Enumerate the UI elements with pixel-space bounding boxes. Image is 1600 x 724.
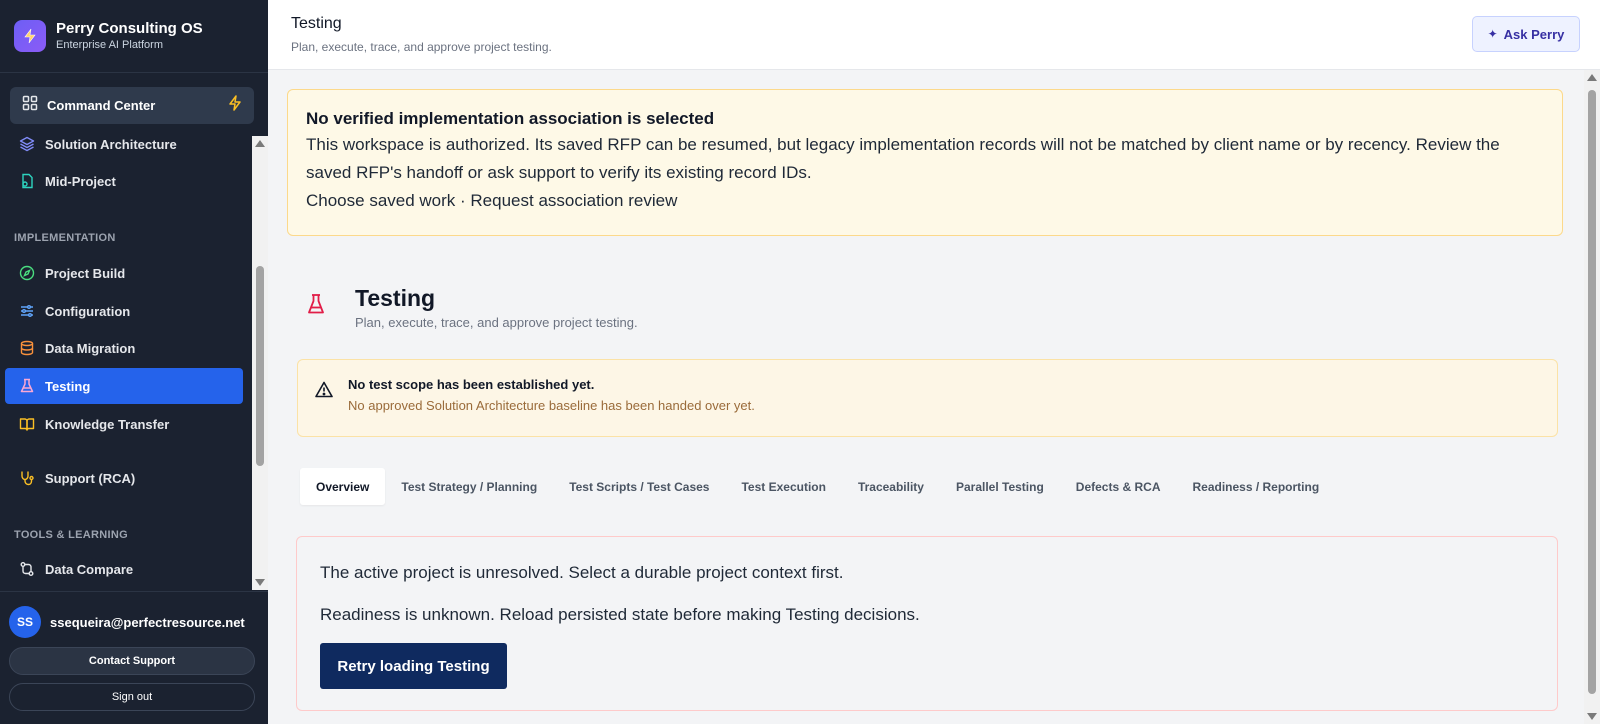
main-scrollbar-thumb[interactable]: [1588, 90, 1596, 694]
command-center-button[interactable]: Command Center: [10, 87, 254, 124]
sidebar-item-label: Knowledge Transfer: [45, 416, 170, 432]
sidebar-item-label: Data Migration: [45, 340, 136, 356]
contact-support-button[interactable]: Contact Support: [9, 647, 255, 675]
database-icon: [18, 339, 36, 357]
lightning-icon: [228, 95, 242, 116]
testing-tabs: Overview Test Strategy / Planning Test S…: [300, 468, 1335, 505]
page-title: Testing: [355, 285, 436, 311]
notice-subtitle: No approved Solution Architecture baseli…: [348, 398, 755, 413]
tab-defects-rca[interactable]: Defects & RCA: [1060, 468, 1177, 505]
error-message: The active project is unresolved. Select…: [320, 563, 844, 582]
page-subtitle: Plan, execute, trace, and approve projec…: [355, 315, 638, 330]
scroll-down-arrow-icon[interactable]: [255, 579, 265, 586]
document-loop-icon: [18, 172, 36, 190]
sidebar-item-label: Configuration: [45, 303, 131, 319]
sidebar-item-label: Project Build: [45, 265, 126, 281]
retry-loading-button[interactable]: Retry loading Testing: [320, 643, 507, 689]
sidebar: Perry Consulting OS Enterprise AI Platfo…: [0, 0, 268, 724]
sidebar-item-data-migration[interactable]: Data Migration: [5, 330, 243, 366]
scroll-up-arrow-icon[interactable]: [1587, 74, 1597, 81]
stethoscope-icon: [18, 469, 36, 487]
unresolved-project-panel: The active project is unresolved. Select…: [296, 536, 1558, 711]
scroll-down-arrow-icon[interactable]: [1587, 713, 1597, 720]
tab-traceability[interactable]: Traceability: [842, 468, 940, 505]
tab-test-execution[interactable]: Test Execution: [725, 468, 841, 505]
command-center-label: Command Center: [47, 98, 156, 113]
sliders-icon: [18, 302, 36, 320]
app-subtitle: Enterprise AI Platform: [56, 39, 163, 51]
section-tools-learning: TOOLS & LEARNING: [14, 529, 128, 541]
section-implementation: IMPLEMENTATION: [14, 232, 116, 244]
sidebar-item-label: Data Compare: [45, 561, 134, 577]
sidebar-item-configuration[interactable]: Configuration: [5, 293, 243, 329]
flask-icon: [18, 377, 36, 395]
ask-perry-label: Ask Perry: [1503, 26, 1565, 42]
user-email: ssequeira@perfectresource.net: [50, 614, 245, 630]
sidebar-item-label: Support (RCA): [45, 470, 136, 486]
sidebar-item-project-build[interactable]: Project Build: [5, 255, 243, 291]
sidebar-item-support-rca[interactable]: Support (RCA): [5, 460, 243, 496]
book-icon: [18, 415, 36, 433]
tab-overview[interactable]: Overview: [300, 468, 386, 505]
scroll-up-arrow-icon[interactable]: [255, 140, 265, 147]
sidebar-scrollbar-thumb[interactable]: [256, 266, 264, 466]
banner-body: This workspace is authorized. Its saved …: [306, 135, 1500, 182]
test-scope-notice: No test scope has been established yet. …: [297, 359, 1558, 437]
flask-icon: [306, 293, 326, 320]
tab-test-scripts-test-cases[interactable]: Test Scripts / Test Cases: [553, 468, 725, 505]
header-subtitle: Plan, execute, trace, and approve projec…: [291, 40, 552, 54]
sparkle-icon: ✦: [1487, 27, 1498, 41]
header-title: Testing: [291, 15, 342, 32]
sidebar-item-data-compare[interactable]: Data Compare: [5, 551, 243, 587]
grid-icon: [22, 95, 38, 116]
git-compare-icon: [18, 560, 36, 578]
sidebar-item-testing[interactable]: Testing: [5, 368, 243, 404]
sign-out-button[interactable]: Sign out: [9, 683, 255, 711]
sidebar-item-mid-project[interactable]: Mid-Project: [5, 163, 243, 199]
ask-perry-button[interactable]: ✦ Ask Perry: [1472, 16, 1580, 52]
app-title: Perry Consulting OS: [56, 20, 203, 37]
warning-triangle-icon: [315, 381, 333, 403]
lightning-logo-icon: [14, 20, 46, 52]
avatar: SS: [9, 606, 41, 638]
banner-title: No verified implementation association i…: [306, 109, 715, 128]
sidebar-item-label: Solution Architecture: [45, 136, 177, 152]
layers-icon: [18, 136, 36, 153]
sidebar-item-knowledge-transfer[interactable]: Knowledge Transfer: [5, 406, 243, 442]
banner-actions[interactable]: Choose saved work · Request association …: [306, 187, 1544, 215]
sidebar-scrollbar[interactable]: [252, 136, 268, 590]
association-warning-banner: No verified implementation association i…: [287, 89, 1563, 236]
tab-parallel-testing[interactable]: Parallel Testing: [940, 468, 1060, 505]
compass-icon: [18, 264, 36, 282]
sidebar-divider: [0, 72, 268, 73]
sidebar-nav: Solution Architecture Mid-Project IMPLEM…: [0, 136, 252, 590]
brand[interactable]: Perry Consulting OS Enterprise AI Platfo…: [14, 20, 203, 52]
notice-title: No test scope has been established yet.: [348, 377, 595, 392]
sidebar-item-label: Mid-Project: [45, 173, 116, 189]
sidebar-footer-divider: [0, 591, 268, 592]
readiness-message: Readiness is unknown. Reload persisted s…: [320, 605, 920, 624]
tab-test-strategy-planning[interactable]: Test Strategy / Planning: [385, 468, 553, 505]
sidebar-item-label: Testing: [45, 378, 91, 394]
main-scrollbar[interactable]: [1584, 70, 1600, 724]
tab-readiness-reporting[interactable]: Readiness / Reporting: [1176, 468, 1335, 505]
sidebar-item-solution-architecture[interactable]: Solution Architecture: [5, 136, 243, 162]
user-profile[interactable]: SS ssequeira@perfectresource.net: [9, 606, 245, 638]
top-header: Testing Plan, execute, trace, and approv…: [268, 0, 1600, 70]
